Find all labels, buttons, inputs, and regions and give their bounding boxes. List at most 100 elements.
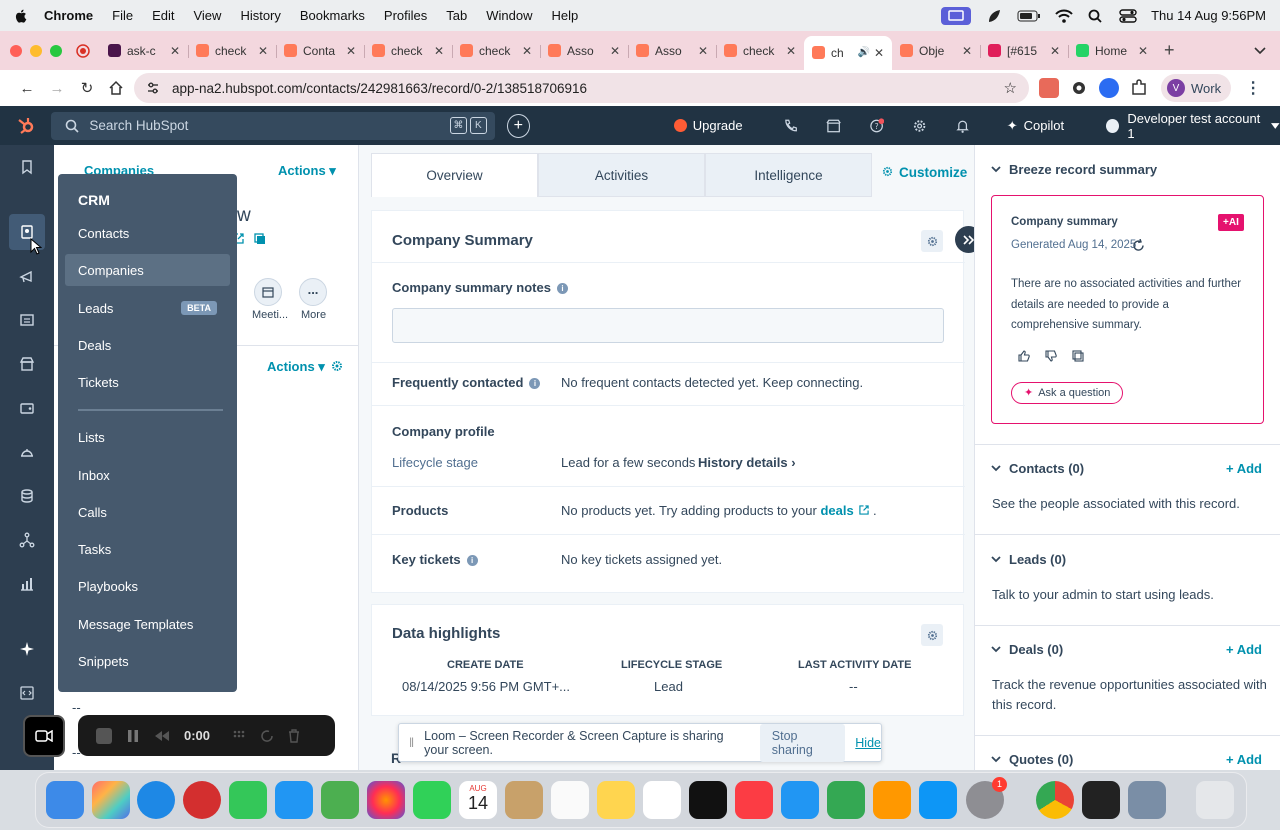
settings-gear-icon[interactable]: [912, 118, 927, 134]
crm-menu-tasks[interactable]: Tasks: [65, 533, 230, 565]
tab-close-icon[interactable]: ✕: [170, 44, 180, 58]
chrome-icon[interactable]: [1036, 781, 1074, 819]
commerce-store-icon[interactable]: [19, 356, 35, 372]
extensions-puzzle-icon[interactable]: [1129, 78, 1149, 98]
marketing-megaphone-icon[interactable]: [19, 268, 35, 284]
chrome-menu-icon[interactable]: ⋮: [1245, 78, 1261, 98]
trash-icon[interactable]: [288, 728, 300, 743]
crm-menu-message-templates[interactable]: Message Templates: [65, 608, 230, 640]
info-icon[interactable]: i: [556, 283, 568, 295]
card-settings-button[interactable]: [921, 230, 943, 252]
tab-close-icon[interactable]: ✕: [258, 44, 268, 58]
account-menu[interactable]: Developer test account 1: [1106, 111, 1280, 141]
launchpad-icon[interactable]: [92, 781, 130, 819]
photos-icon[interactable]: [367, 781, 405, 819]
leaf-icon[interactable]: [985, 9, 1003, 23]
browser-tab[interactable]: ask-c ✕: [100, 36, 188, 66]
site-settings-icon[interactable]: [146, 81, 160, 95]
tab-close-icon[interactable]: ✕: [522, 44, 532, 58]
rewind-icon[interactable]: [154, 730, 170, 742]
tab-overview[interactable]: Overview: [371, 153, 538, 197]
menu-tab[interactable]: Tab: [446, 8, 467, 23]
system-settings-icon[interactable]: 1: [966, 777, 1007, 819]
copy-icon[interactable]: [254, 233, 266, 245]
tab-close-icon[interactable]: ✕: [874, 46, 884, 60]
thumbs-up-icon[interactable]: [1018, 350, 1030, 362]
numbers-icon[interactable]: [827, 781, 865, 819]
minimize-window-button[interactable]: [30, 44, 42, 57]
extension-hubspot-icon[interactable]: [1039, 78, 1059, 98]
calendar-app-icon[interactable]: AUG 14: [459, 781, 497, 819]
extension-gear-icon[interactable]: [1069, 78, 1089, 98]
breeze-summary-header[interactable]: Breeze record summary: [991, 162, 1157, 177]
trash-bin-icon[interactable]: [1196, 781, 1234, 819]
new-tab-button[interactable]: +: [1164, 40, 1175, 61]
customize-button[interactable]: Customize: [882, 165, 967, 180]
omnibox[interactable]: app-na2.hubspot.com/contacts/242981663/r…: [134, 73, 1029, 103]
phone-icon[interactable]: [783, 118, 798, 134]
browser-tab[interactable]: ch 🔊 ✕: [804, 35, 892, 70]
music-icon[interactable]: [735, 781, 773, 819]
info-icon[interactable]: i: [466, 555, 478, 567]
developer-code-icon[interactable]: [19, 685, 35, 701]
extension-zoom-icon[interactable]: [1099, 78, 1119, 98]
url-text[interactable]: app-na2.hubspot.com/contacts/242981663/r…: [172, 81, 587, 96]
crm-menu-leads[interactable]: Leads BETA: [65, 292, 230, 324]
menu-clock[interactable]: Thu 14 Aug 9:56PM: [1151, 8, 1266, 23]
copy-icon[interactable]: [1072, 350, 1084, 362]
crm-menu-companies[interactable]: Companies: [65, 254, 230, 286]
menu-bookmarks[interactable]: Bookmarks: [300, 8, 365, 23]
bookmark-star-icon[interactable]: ☆: [1004, 79, 1017, 97]
global-search-input[interactable]: Search HubSpot ⌘ K: [51, 111, 495, 140]
info-icon[interactable]: i: [529, 378, 541, 390]
menu-edit[interactable]: Edit: [152, 8, 174, 23]
reporting-chart-icon[interactable]: [19, 576, 35, 592]
summary-notes-input[interactable]: [392, 308, 944, 343]
contacts-app-icon[interactable]: [505, 781, 543, 819]
external-link-icon[interactable]: [859, 505, 869, 515]
browser-tab[interactable]: [#615 ✕: [980, 36, 1068, 66]
upgrade-button[interactable]: Upgrade: [673, 118, 743, 133]
menu-view[interactable]: View: [193, 8, 221, 23]
crm-menu-calls[interactable]: Calls: [65, 496, 230, 528]
messages-icon[interactable]: [229, 781, 267, 819]
add-contact-button[interactable]: + Add: [1226, 461, 1262, 476]
tab-close-icon[interactable]: ✕: [698, 44, 708, 58]
opera-icon[interactable]: [183, 781, 221, 819]
about-actions-dropdown[interactable]: Actions ▾: [267, 359, 325, 375]
crm-menu-snippets[interactable]: Snippets: [65, 645, 230, 677]
tab-close-icon[interactable]: ✕: [346, 44, 356, 58]
crm-menu-deals[interactable]: Deals: [65, 329, 230, 361]
content-icon[interactable]: [19, 312, 35, 328]
add-quote-button[interactable]: + Add: [1226, 752, 1262, 767]
forward-button[interactable]: →: [42, 80, 72, 97]
tab-audio-icon[interactable]: 🔊: [857, 47, 869, 58]
automation-icon[interactable]: [19, 532, 35, 548]
breeze-ai-icon[interactable]: [19, 641, 35, 657]
create-new-button[interactable]: +: [506, 113, 530, 138]
browser-tab[interactable]: Asso ✕: [628, 36, 716, 66]
leads-section-header[interactable]: Leads (0): [991, 552, 1066, 567]
help-icon[interactable]: ?: [869, 117, 885, 134]
add-deal-button[interactable]: + Add: [1226, 642, 1262, 657]
marketplace-icon[interactable]: [826, 118, 841, 134]
refresh-icon[interactable]: [1132, 239, 1145, 252]
pause-icon[interactable]: [126, 729, 140, 743]
keynote-icon[interactable]: [781, 781, 819, 819]
notes-icon[interactable]: [597, 781, 635, 819]
service-bell-icon[interactable]: [19, 444, 35, 460]
stop-sharing-button[interactable]: Stop sharing: [759, 723, 846, 762]
card-settings-button[interactable]: [921, 624, 943, 646]
notifications-bell-icon[interactable]: [955, 118, 970, 134]
home-icon[interactable]: [108, 80, 124, 96]
tab-close-icon[interactable]: ✕: [434, 44, 444, 58]
maps-icon[interactable]: [321, 781, 359, 819]
about-settings-gear-icon[interactable]: [331, 360, 343, 372]
back-button[interactable]: ←: [12, 80, 42, 97]
tab-close-icon[interactable]: ✕: [786, 44, 796, 58]
menu-app-name[interactable]: Chrome: [44, 8, 93, 23]
menu-help[interactable]: Help: [552, 8, 579, 23]
freeform-icon[interactable]: [643, 781, 681, 819]
quotes-section-header[interactable]: Quotes (0): [991, 752, 1073, 767]
more-action-button[interactable]: ...: [299, 278, 327, 306]
